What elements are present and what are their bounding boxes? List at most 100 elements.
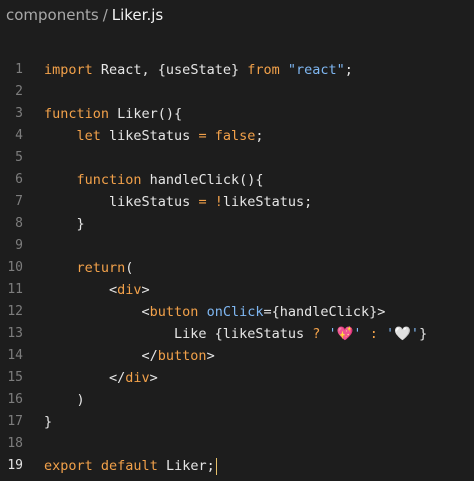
code-line[interactable]: 11 <div>	[0, 279, 474, 301]
code-token: button	[149, 304, 199, 320]
code-token: (	[125, 260, 134, 276]
line-number: 3	[15, 106, 23, 121]
code-text: return(	[44, 257, 134, 279]
code-token: '💖'	[328, 326, 362, 342]
code-line[interactable]: 15 </div>	[0, 367, 474, 389]
line-number: 7	[15, 194, 23, 209]
code-line[interactable]: 1 import React, {useState} from "react";	[0, 59, 474, 81]
code-token: Liker(){	[109, 106, 183, 122]
code-line[interactable]: 16 )	[0, 389, 474, 411]
code-token: }	[44, 216, 85, 232]
code-token: from	[247, 62, 280, 78]
code-token: </	[44, 348, 158, 364]
code-token: :	[369, 326, 378, 342]
code-line[interactable]: 9	[0, 235, 474, 257]
code-editor-window: components / Liker.js 1 import React, {useS…	[0, 0, 474, 481]
line-number: 10	[7, 260, 23, 275]
code-text: )	[44, 389, 85, 411]
code-token: >	[141, 282, 150, 298]
code-text: import React, {useState} from "react";	[44, 59, 353, 81]
line-number: 12	[7, 304, 23, 319]
code-token: )	[44, 392, 85, 408]
code-token: </	[44, 370, 126, 386]
code-token: button	[157, 348, 207, 364]
line-number: 11	[7, 282, 23, 297]
line-number: 15	[7, 370, 23, 385]
code-text: Like {likeStatus ? '💖' : '🤍'}	[44, 323, 427, 345]
breadcrumb-file[interactable]: Liker.js	[112, 6, 163, 24]
code-token: export	[44, 458, 93, 474]
code-text: </div>	[44, 367, 158, 389]
code-token: <	[44, 282, 118, 298]
line-number: 19	[7, 458, 23, 473]
code-token: ;	[344, 62, 353, 78]
code-text: <button onClick={handleClick}>	[44, 301, 386, 323]
line-number: 4	[15, 128, 23, 143]
code-token: likeStatus	[44, 194, 199, 210]
code-text: export default Liker;	[44, 455, 217, 477]
code-line[interactable]: 10 return(	[0, 257, 474, 279]
line-number: 8	[15, 216, 23, 231]
code-token: div	[117, 282, 142, 298]
code-token: !	[214, 194, 223, 210]
code-line[interactable]: 19 export default Liker;	[0, 455, 474, 477]
code-token: function	[44, 106, 110, 122]
code-token: likeStatus;	[222, 194, 313, 210]
code-token: "react"	[287, 62, 345, 78]
code-line[interactable]: 5	[0, 147, 474, 169]
code-line[interactable]: 17}	[0, 411, 474, 433]
code-token: let	[76, 128, 101, 144]
line-number: 13	[7, 326, 23, 341]
line-number: 2	[15, 84, 23, 99]
breadcrumb: components / Liker.js	[6, 4, 163, 26]
code-text: let likeStatus = false;	[44, 125, 264, 147]
code-line[interactable]: 8 }	[0, 213, 474, 235]
code-line[interactable]: 6 function handleClick(){	[0, 169, 474, 191]
code-editor[interactable]: 1 import React, {useState} from "react"; 2…	[0, 59, 474, 477]
code-text: }	[44, 411, 52, 433]
line-number: 5	[15, 150, 23, 165]
code-line[interactable]: 7 likeStatus = !likeStatus;	[0, 191, 474, 213]
code-text: </button>	[44, 345, 215, 367]
code-text: function handleClick(){	[44, 169, 264, 191]
code-token: import	[44, 62, 93, 78]
code-token: }	[44, 414, 53, 430]
code-token: Like {likeStatus	[44, 326, 313, 342]
code-token: =	[198, 128, 207, 144]
code-token: onClick	[206, 304, 264, 320]
code-token: ={handleClick}>	[263, 304, 386, 320]
code-token: default	[100, 458, 158, 474]
code-line[interactable]: 18	[0, 433, 474, 455]
code-token: =	[198, 194, 207, 210]
line-number: 1	[15, 62, 23, 77]
code-text: function Liker(){	[44, 103, 182, 125]
code-line[interactable]: 12 <button onClick={handleClick}>	[0, 301, 474, 323]
code-token: ;	[255, 128, 264, 144]
code-token: >	[149, 370, 158, 386]
code-line[interactable]: 14 </button>	[0, 345, 474, 367]
code-token: }	[419, 326, 428, 342]
code-text: likeStatus = !likeStatus;	[44, 191, 312, 213]
code-token: function	[76, 172, 142, 188]
code-token: <	[44, 304, 150, 320]
code-line[interactable]: 3 function Liker(){	[0, 103, 474, 125]
code-token: Liker;	[157, 458, 215, 474]
breadcrumb-separator: /	[102, 6, 108, 24]
code-token: return	[76, 260, 126, 276]
code-line[interactable]: 2	[0, 81, 474, 103]
code-line[interactable]: 4 let likeStatus = false;	[0, 125, 474, 147]
breadcrumb-folder[interactable]: components	[6, 6, 99, 24]
code-token: likeStatus	[100, 128, 199, 144]
code-token: '🤍'	[386, 326, 420, 342]
code-line[interactable]: 13 Like {likeStatus ? '💖' : '🤍'}	[0, 323, 474, 345]
